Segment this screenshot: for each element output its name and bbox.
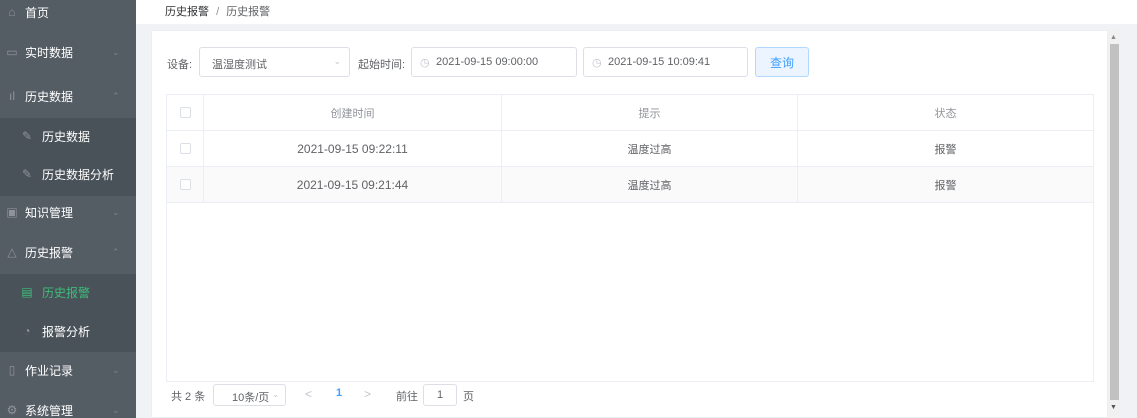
start-time-label: 起始时间: <box>358 59 406 71</box>
query-button[interactable]: 查询 <box>755 47 809 77</box>
sidebar-item-system[interactable]: ⚙ 系统管理 ⌄ <box>0 390 136 418</box>
row-checkbox[interactable] <box>179 179 191 190</box>
save-icon: ▣ <box>6 205 18 219</box>
chevron-down-icon: ⌄ <box>112 46 120 57</box>
header-checkbox-cell <box>167 95 204 130</box>
chevron-down-icon: ⌄ <box>112 364 120 375</box>
cell-tip: 温度过高 <box>502 131 798 166</box>
table-row[interactable]: 2021-09-15 09:22:11 温度过高 报警 <box>167 131 1093 167</box>
device-select-value: 温湿度测试 <box>212 59 267 71</box>
pagination-total: 共 2 条 <box>171 391 206 403</box>
breadcrumb-separator: / <box>216 6 220 18</box>
row-checkbox-cell <box>167 167 204 202</box>
start-time-value: 2021-09-15 09:00:00 <box>436 56 539 68</box>
cell-status: 报警 <box>934 143 957 156</box>
page-size-select[interactable]: 10条/页 ⌄ <box>213 384 286 406</box>
breadcrumb-current: 历史报警 <box>226 6 271 18</box>
column-header-created-time: 创建时间 <box>204 95 502 130</box>
scrollbar-thumb[interactable] <box>1110 44 1119 400</box>
cell-status: 报警 <box>934 179 957 192</box>
chevron-up-icon: ⌃ <box>112 246 120 257</box>
chevron-down-icon: ⌄ <box>112 206 120 217</box>
monitor-icon: ▭ <box>6 45 18 59</box>
sidebar-item-label: 作业记录 <box>25 363 74 378</box>
alarm-table: 创建时间 提示 状态 2021-09-15 09:22:11 温度过高 报警 2… <box>166 94 1094 382</box>
gear-icon: ⚙ <box>6 403 18 417</box>
goto-page-input[interactable]: 1 <box>423 384 457 406</box>
sidebar-item-label: 历史报警 <box>42 285 91 300</box>
scroll-down-arrow-icon[interactable]: ▼ <box>1110 404 1117 411</box>
chevron-down-icon: ⌄ <box>333 56 341 66</box>
sidebar-item-knowledge[interactable]: ▣ 知识管理 ⌄ <box>0 192 136 232</box>
scroll-up-arrow-icon[interactable]: ▲ <box>1110 34 1117 41</box>
column-header-tip: 提示 <box>502 95 798 130</box>
sidebar-item-label: 历史数据 <box>25 89 74 104</box>
sidebar-item-label: 历史报警 <box>25 245 74 260</box>
next-page-button[interactable]: > <box>364 387 371 401</box>
sidebar-item-label: 系统管理 <box>25 403 74 418</box>
cell-created-time: 2021-09-15 09:21:44 <box>204 167 502 202</box>
breadcrumb-item[interactable]: 历史报警 <box>165 6 209 18</box>
sidebar-item-history-data[interactable]: ıl 历史数据 ⌃ <box>0 76 136 116</box>
goto-label: 前往 <box>396 391 418 403</box>
prev-page-button[interactable]: < <box>305 387 312 401</box>
table-row[interactable]: 2021-09-15 09:21:44 温度过高 报警 <box>167 167 1093 203</box>
start-time-input[interactable]: ◷ 2021-09-15 09:00:00 <box>411 47 577 77</box>
pie-chart-icon: ◔ <box>23 324 31 338</box>
device-select[interactable]: 温湿度测试 ⌄ <box>199 47 350 77</box>
cell-tip: 温度过高 <box>502 167 798 202</box>
clock-icon: ◷ <box>420 57 430 69</box>
document-icon: ▤ <box>21 285 33 299</box>
sidebar-item-label: 知识管理 <box>25 205 74 220</box>
end-time-input[interactable]: ◷ 2021-09-15 10:09:41 <box>583 47 748 77</box>
device-label: 设备: <box>167 59 193 71</box>
page-number-current[interactable]: 1 <box>336 387 342 399</box>
sidebar-subitem-history-data[interactable]: ✎ 历史数据 <box>0 116 136 156</box>
sidebar-item-label: 历史数据分析 <box>42 167 115 182</box>
chevron-down-icon: ⌄ <box>112 404 120 415</box>
sidebar-subitem-history-alarm[interactable]: ▤ 历史报警 <box>0 272 136 312</box>
cell-created-time: 2021-09-15 09:22:11 <box>204 131 502 166</box>
chevron-up-icon: ⌃ <box>112 90 120 101</box>
sidebar-item-label: 首页 <box>25 5 50 20</box>
home-icon: ⌂ <box>8 5 16 19</box>
table-header-row: 创建时间 提示 状态 <box>167 95 1093 131</box>
row-checkbox[interactable] <box>179 143 191 154</box>
edit-icon: ✎ <box>21 129 33 143</box>
end-time-value: 2021-09-15 10:09:41 <box>608 56 711 68</box>
sidebar-item-label: 历史数据 <box>42 129 91 144</box>
page-suffix: 页 <box>463 391 474 403</box>
sidebar-item-realtime-data[interactable]: ▭ 实时数据 ⌄ <box>0 32 136 72</box>
sidebar-subitem-history-analysis[interactable]: ✎ 历史数据分析 <box>0 154 136 194</box>
row-checkbox-cell <box>167 131 204 166</box>
file-icon: ▯ <box>8 363 16 377</box>
clock-icon: ◷ <box>592 57 602 69</box>
bar-chart-icon: ıl <box>9 89 15 103</box>
bell-icon: △ <box>7 245 17 259</box>
column-header-status: 状态 <box>934 107 957 120</box>
chevron-down-icon: ⌄ <box>272 390 279 399</box>
sidebar-item-work-records[interactable]: ▯ 作业记录 ⌄ <box>0 350 136 390</box>
edit-icon: ✎ <box>21 167 33 181</box>
sidebar-item-history-alarm[interactable]: △ 历史报警 ⌃ <box>0 232 136 272</box>
header-bar <box>136 0 1137 24</box>
breadcrumb: 历史报警 / 历史报警 <box>165 3 270 19</box>
sidebar-menu: ⌂ 首页 ▭ 实时数据 ⌄ ıl 历史数据 ⌃ ✎ 历史数据 ✎ 历史数据分析 … <box>0 0 136 418</box>
select-all-checkbox[interactable] <box>179 107 191 118</box>
sidebar-subitem-alarm-analysis[interactable]: ◔ 报警分析 <box>0 311 136 351</box>
sidebar-item-label: 报警分析 <box>42 324 91 339</box>
page-size-value: 10条/页 <box>232 392 270 404</box>
sidebar-item-label: 实时数据 <box>25 45 74 60</box>
sidebar-item-home[interactable]: ⌂ 首页 <box>0 0 136 32</box>
